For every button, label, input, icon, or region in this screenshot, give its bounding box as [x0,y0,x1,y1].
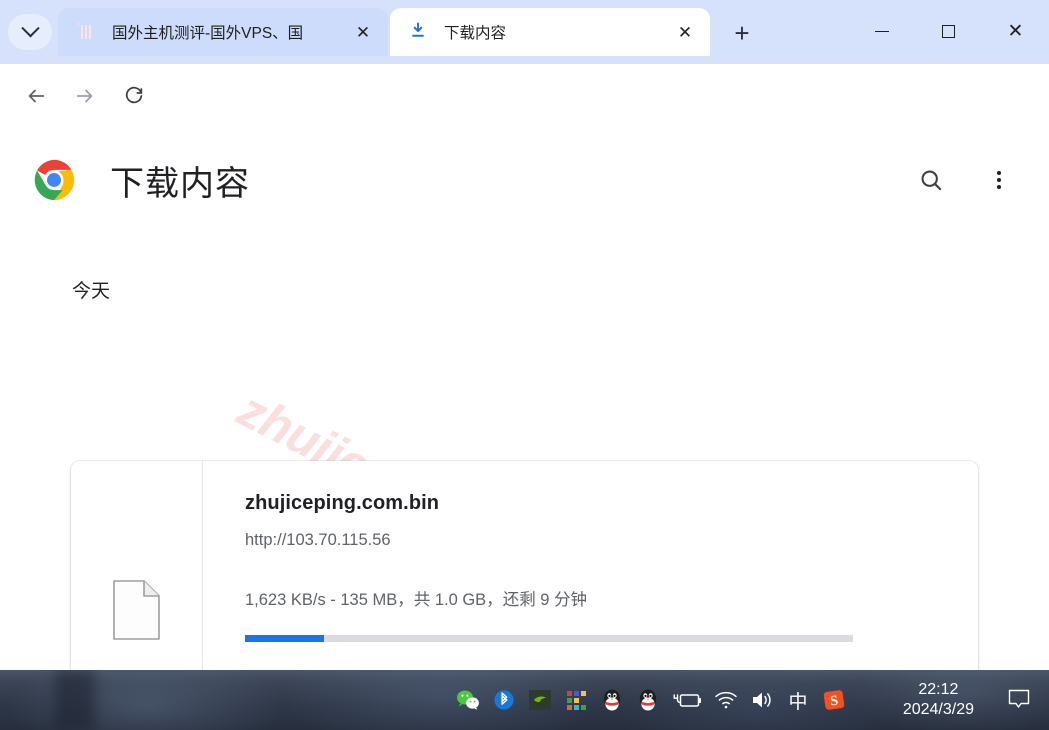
download-item-card[interactable]: zhujiceping.com.bin http://103.70.115.56… [71,461,978,670]
tab-strip: 国外主机测评-国外VPS、国 ✕ 下载内容 ✕ + ✕ [0,0,1049,64]
nvidia-icon[interactable] [522,670,558,730]
download-item-body: zhujiceping.com.bin http://103.70.115.56… [203,461,978,670]
page-title: 下载内容 [110,164,250,203]
clock-time: 22:12 [918,681,959,698]
back-arrow-icon [28,89,45,103]
minimize-icon [874,30,889,32]
window-controls: ✕ [848,0,1049,62]
tab-title-site: 国外主机测评-国外VPS、国 [112,25,304,42]
close-window-button[interactable]: ✕ [982,0,1049,62]
maximize-icon [942,24,955,38]
chrome-logo-icon [33,159,75,201]
ime-chinese-icon[interactable]: 中 [780,670,816,730]
download-icon [408,21,430,43]
new-tab-button[interactable]: + [722,16,762,50]
ime-label: 中 [788,691,808,713]
back-button[interactable] [16,76,56,116]
browser-toolbar: Chrome chrome://downloads [0,64,1049,181]
file-name[interactable]: zhujiceping.com.bin [245,492,978,515]
tab-search-button[interactable] [8,14,52,50]
qq-penguin-icon[interactable] [594,670,630,730]
windows-taskbar: 中 S 22:12 2024/3/29 [0,670,1049,730]
section-date-header: 今天 [72,281,111,302]
maximize-button[interactable] [915,0,982,62]
tab-title-downloads: 下载内容 [444,25,507,42]
file-source-url[interactable]: http://103.70.115.56 [245,531,978,550]
wechat-icon[interactable] [450,670,486,730]
generic-file-icon [113,580,160,640]
clock-date: 2024/3/29 [902,701,974,718]
close-icon: ✕ [1007,20,1024,42]
minimize-button[interactable] [848,0,915,62]
reload-icon [125,86,143,104]
file-icon-column [71,461,203,670]
three-dot-menu-icon [989,165,1009,195]
browser-window: 国外主机测评-国外VPS、国 ✕ 下载内容 ✕ + ✕ 下载内容 今天 zhuj… [0,0,1049,730]
reload-button[interactable] [114,76,154,116]
downloads-page-header: 下载内容 [0,128,1049,232]
download-progress-fill [245,635,325,642]
tab-site[interactable]: 国外主机测评-国外VPS、国 ✕ [58,8,388,56]
downloads-search-button[interactable] [909,158,953,202]
forward-arrow-icon [76,89,93,103]
volume-icon[interactable] [744,670,780,730]
tab-close-downloads[interactable]: ✕ [670,17,700,47]
download-progress-bar [245,635,853,642]
notification-icon [1008,689,1030,708]
sogou-input-icon[interactable]: S [816,670,852,730]
downloads-menu-button[interactable] [977,158,1021,202]
plus-icon: + [734,17,750,48]
forward-button[interactable] [65,76,105,116]
notification-button[interactable] [1007,688,1031,710]
bluetooth-icon[interactable] [486,670,522,730]
taskbar-clock[interactable]: 22:12 2024/3/29 [903,670,974,730]
page-header-actions [909,158,1021,202]
battery-icon[interactable] [666,670,708,730]
tab-downloads[interactable]: 下载内容 ✕ [390,8,710,56]
search-icon [921,170,942,191]
tab-close-site[interactable]: ✕ [348,17,378,47]
downloads-page: zhujiceping.com 下载内容 [0,128,1049,670]
wifi-icon[interactable] [708,670,744,730]
colorful-grid-icon[interactable] [558,670,594,730]
red-seal-favicon [76,21,98,43]
chevron-down-icon [20,18,40,37]
system-tray: 中 S [450,670,852,730]
qq-penguin-icon-2[interactable] [630,670,666,730]
download-status-text: 1,623 KB/s - 135 MB，共 1.0 GB，还剩 9 分钟 [245,591,588,609]
